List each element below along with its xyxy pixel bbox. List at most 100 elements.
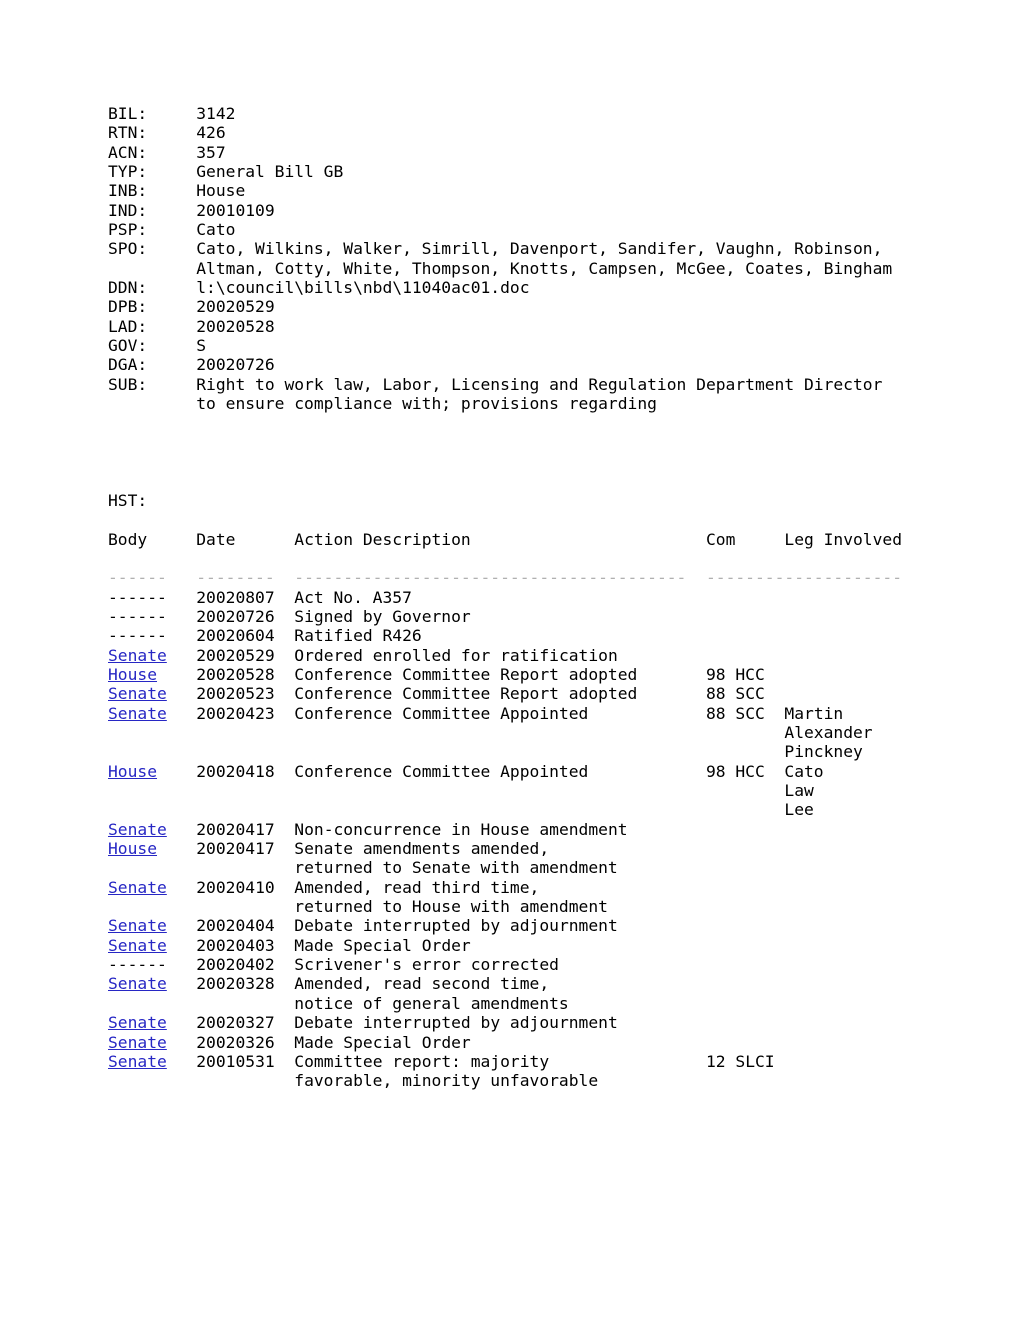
date-cell: 20010531 (196, 1051, 295, 1071)
body-link-senate[interactable]: Senate (108, 936, 167, 955)
column-header-action: Action Description (294, 529, 706, 549)
action-cell: Senate amendments amended, (294, 839, 706, 859)
history-row: ------ 20020807 Act No. A357 (108, 588, 902, 607)
date-cell: 20020328 (196, 974, 295, 994)
body-cell-pad (167, 1013, 196, 1032)
com-cell-empty (706, 626, 784, 645)
com-cell-empty (706, 1071, 784, 1090)
com-cell-empty (706, 955, 784, 974)
date-cell-empty (196, 858, 294, 877)
date-cell: 20020418 (196, 761, 295, 781)
body-link-senate[interactable]: Senate (108, 916, 167, 935)
field-value: S (196, 336, 207, 356)
field-row: PSP: Cato (108, 220, 902, 239)
com-cell: 12 SLCI (705, 1051, 785, 1071)
column-header-body: Body (108, 529, 197, 549)
com-cell-empty (706, 916, 784, 935)
rule-date: -------- (196, 568, 295, 588)
history-rule-row: ------ -------- ------------------------… (108, 568, 902, 587)
field-key: LAD: (108, 316, 197, 336)
body-link-house[interactable]: House (108, 665, 157, 684)
column-header-date: Date (196, 529, 295, 549)
action-cell: Conference Committee Report adopted (294, 664, 706, 684)
body-cell-pad (167, 1033, 196, 1052)
action-cell: Amended, read second time, (294, 974, 706, 994)
document-page: BIL: 3142 RTN: 426 ACN: 357 TYP: General Bi… (0, 0, 1020, 1320)
body-cell-empty (108, 897, 196, 916)
field-value: 357 (196, 142, 226, 162)
com-cell-empty (706, 607, 784, 626)
body-link-senate[interactable]: Senate (108, 1013, 167, 1032)
body-cell-none: ------ (108, 606, 197, 626)
history-row: Senate 20020404 Debate interrupted by ad… (108, 916, 902, 935)
field-key: SPO: (108, 239, 197, 259)
date-cell: 20020807 (196, 587, 295, 607)
date-cell: 20020403 (196, 935, 295, 955)
body-link-senate[interactable]: Senate (108, 646, 167, 665)
history-row: House 20020418 Conference Committee Appo… (108, 762, 902, 781)
rule-action: ---------------------------------------- (294, 568, 706, 588)
history-row: Senate 20020326 Made Special Order (108, 1033, 902, 1052)
field-key: DPB: (108, 297, 197, 317)
action-cell: Made Special Order (294, 935, 706, 955)
body-link-house[interactable]: House (108, 839, 157, 858)
column-header-com: Com (705, 529, 785, 549)
com-cell-empty (706, 1033, 784, 1052)
history-row-continuation: returned to Senate with amendment (108, 858, 902, 877)
field-row: INB: House (108, 181, 902, 200)
field-value-continuation: Altman, Cotty, White, Thompson, Knotts, … (196, 258, 893, 278)
rule-com: -------- (705, 568, 785, 588)
body-cell-pad (167, 820, 196, 839)
leg-cell: Martin (784, 703, 844, 723)
body-cell-pad (167, 974, 196, 993)
body-cell-pad (157, 762, 196, 781)
action-cell: Signed by Governor (294, 606, 706, 626)
com-cell-empty (706, 742, 784, 761)
body-link-senate[interactable]: Senate (108, 1052, 167, 1071)
history-row: House 20020417 Senate amendments amended… (108, 839, 902, 858)
date-cell: 20020726 (196, 606, 295, 626)
action-cell: Conference Committee Appointed (294, 761, 706, 781)
field-key: ACN: (108, 142, 197, 162)
field-key: BIL: (108, 104, 197, 123)
body-cell-none: ------ (108, 955, 197, 975)
body-link-senate[interactable]: Senate (108, 1033, 167, 1052)
body-link-senate[interactable]: Senate (108, 878, 167, 897)
field-value: 20020529 (196, 297, 275, 317)
history-row-continuation: returned to House with amendment (108, 897, 902, 916)
field-row: SPO: Cato, Wilkins, Walker, Simrill, Dav… (108, 239, 902, 258)
history-row: ------ 20020726 Signed by Governor (108, 607, 902, 626)
body-link-house[interactable]: House (108, 762, 157, 781)
history-row: Senate 20020403 Made Special Order (108, 936, 902, 955)
field-value: Right to work law, Labor, Licensing and … (196, 374, 883, 394)
date-cell: 20020404 (196, 916, 295, 936)
history-row-continuation: Law (108, 781, 902, 800)
body-cell-pad (167, 704, 196, 723)
history-row: Senate 20020423 Conference Committee App… (108, 704, 902, 723)
action-cell: returned to Senate with amendment (294, 858, 706, 878)
history-row: Senate 20020523 Conference Committee Rep… (108, 684, 902, 703)
field-value: Cato (196, 220, 236, 240)
body-link-senate[interactable]: Senate (108, 820, 167, 839)
history-header-row: Body Date Action Description Com Leg Inv… (108, 530, 902, 549)
com-cell-empty (706, 897, 784, 916)
column-header-leg: Leg Involved (784, 529, 903, 549)
body-link-senate[interactable]: Senate (108, 704, 167, 723)
field-row: DPB: 20020529 (108, 297, 902, 316)
body-link-senate[interactable]: Senate (108, 684, 167, 703)
field-row: ACN: 357 (108, 143, 902, 162)
field-key: INB: (108, 181, 197, 201)
com-cell: 98 HCC (705, 664, 785, 684)
date-cell: 20020327 (196, 1013, 295, 1033)
com-cell-empty (706, 723, 784, 742)
body-cell-pad (167, 878, 196, 897)
body-cell-pad (167, 936, 196, 955)
action-cell: returned to House with amendment (294, 897, 706, 917)
history-row-continuation: Pinckney (108, 742, 902, 761)
body-link-senate[interactable]: Senate (108, 974, 167, 993)
field-indent (108, 259, 196, 278)
com-cell: 88 SCC (705, 703, 785, 723)
